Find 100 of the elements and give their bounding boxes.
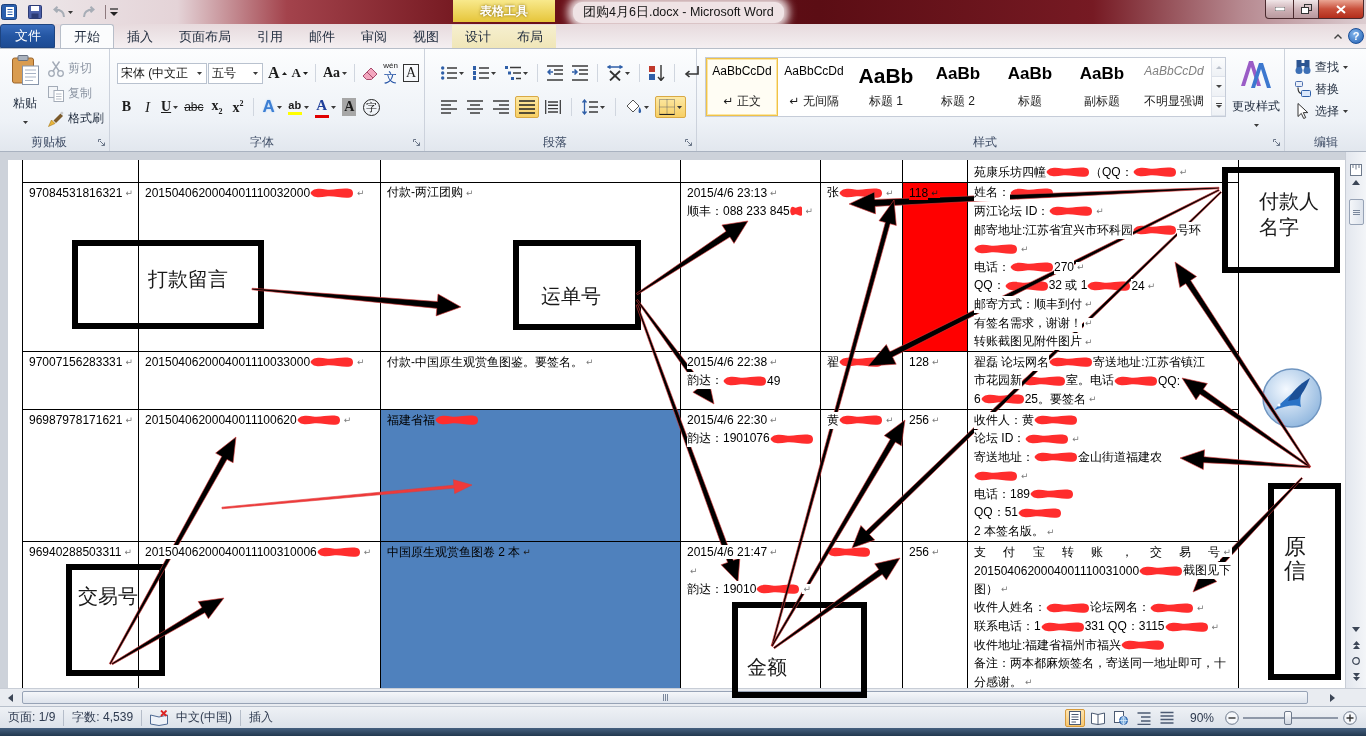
scribble-icon	[1040, 620, 1085, 633]
replace-button[interactable]: 替换	[1295, 78, 1366, 100]
ribbon-tab[interactable]: 页面布局	[166, 25, 244, 48]
dialog-launcher-icon	[98, 138, 105, 146]
callout: 打款留言	[72, 240, 264, 329]
bird-icon[interactable]	[1262, 368, 1322, 428]
ribbon-tab[interactable]: 设计	[452, 25, 504, 48]
justify-button[interactable]	[515, 96, 539, 118]
paragraph-mark: ↵	[342, 415, 353, 425]
highlight-button[interactable]: ab	[285, 96, 311, 118]
customize-icon	[110, 8, 118, 16]
character-border-button[interactable]: A	[401, 62, 422, 84]
dialog-launcher-icon	[685, 138, 692, 146]
document-app-icon	[1, 4, 17, 20]
slider-thumb[interactable]	[1283, 710, 1292, 725]
find-button[interactable]: 查找	[1295, 56, 1366, 78]
ribbon-tab[interactable]: 邮件	[296, 25, 348, 48]
scrollbar-thumb[interactable]	[1348, 199, 1364, 225]
style-item[interactable]: AaBbCcDd ↵ 正文	[706, 58, 778, 116]
app-menu-button[interactable]	[1, 3, 17, 21]
format-painter-button[interactable]: 格式刷	[48, 107, 104, 130]
select-button[interactable]: 选择	[1295, 100, 1366, 122]
scissors-icon	[48, 60, 64, 77]
style-item[interactable]: AaBb 标题	[994, 58, 1066, 116]
shrink-font-button[interactable]: A	[289, 62, 310, 84]
ribbon-tab[interactable]: 开始	[60, 24, 114, 48]
cell-text: 金山街道福建农	[1078, 448, 1162, 466]
cell-text: 97084531816321	[29, 185, 123, 200]
dialog-launcher-button[interactable]	[685, 138, 692, 146]
caret-icon	[197, 71, 202, 75]
restore-button[interactable]	[1293, 0, 1319, 19]
ribbon-tab[interactable]: 布局	[504, 25, 556, 48]
character-shading-button[interactable]: A	[339, 96, 359, 118]
ribbon-tab[interactable]: 审阅	[348, 25, 400, 48]
cross-double-arrow-icon	[607, 65, 623, 81]
dialog-launcher-button[interactable]	[1273, 138, 1280, 146]
scribble-icon	[827, 546, 871, 559]
ribbon-tab[interactable]: 视图	[400, 25, 452, 48]
callout: 运单号	[513, 240, 641, 330]
underline-button[interactable]: U	[159, 96, 181, 118]
dialog-launcher-button[interactable]	[98, 138, 105, 146]
language-indicator[interactable]: 中文(中国)	[176, 707, 241, 728]
zoom-out-button[interactable]	[1223, 710, 1240, 725]
caret-icon	[330, 105, 336, 109]
ribbon-tab[interactable]: 引用	[244, 25, 296, 48]
font-color-button[interactable]: A	[312, 96, 338, 118]
scrollbar-thumb[interactable]	[22, 691, 1308, 704]
dialog-launcher-button[interactable]	[413, 138, 420, 146]
paragraph-mark: ↵	[769, 415, 779, 425]
bold-button[interactable]: B	[117, 96, 136, 118]
paste-button[interactable]: 粘贴	[5, 55, 45, 133]
text-effects-button[interactable]: A	[260, 96, 284, 118]
cell-text: 号环	[1177, 221, 1202, 239]
restore-icon	[1300, 4, 1312, 14]
gallery-down-button[interactable]	[1212, 77, 1225, 97]
borders-button[interactable]	[655, 96, 686, 118]
save-button[interactable]	[28, 3, 42, 21]
phonetic-guide-button[interactable]: wén 文	[381, 62, 401, 84]
file-tab[interactable]: 文件	[0, 24, 55, 48]
page-indicator[interactable]: 页面: 1/9	[8, 707, 64, 728]
open-book-icon	[1090, 710, 1105, 725]
caret-icon	[303, 105, 309, 109]
zoom-in-button[interactable]	[1341, 710, 1358, 725]
clipboard-icon	[11, 55, 39, 85]
ribbon-tab[interactable]: 插入	[114, 25, 166, 48]
grow-font-button[interactable]: A	[266, 62, 289, 84]
scribble-icon	[310, 186, 355, 199]
style-item[interactable]: AaBb 标题 2	[922, 58, 994, 116]
scribble-icon	[296, 414, 341, 426]
ruler-toggle-button[interactable]	[1347, 163, 1365, 176]
subscript-button[interactable]: x$_{2}$	[207, 96, 227, 118]
insert-mode-indicator[interactable]: 插入	[249, 707, 282, 728]
change-case-button[interactable]: Aa	[320, 62, 350, 84]
scribble-icon	[1034, 451, 1078, 464]
scribble-icon	[1121, 639, 1166, 652]
italic-button[interactable]: I	[138, 96, 157, 118]
up-triangle-icon	[1215, 65, 1222, 69]
style-item[interactable]: AaBbCcDd ↵ 无间隔	[778, 58, 850, 116]
zoom-level[interactable]: 90%	[1189, 710, 1214, 725]
double-up-triangle-icon	[1352, 641, 1360, 649]
cell-text: 有签名需求，谢谢！	[974, 314, 1082, 332]
word-count[interactable]: 字数: 4,539	[72, 707, 142, 728]
style-item[interactable]: AaBb 副标题	[1066, 58, 1138, 116]
copy-icon	[48, 85, 64, 102]
minimize-button[interactable]	[1265, 0, 1294, 19]
print-layout-button[interactable]	[1064, 708, 1085, 727]
paragraph-mark: ↵	[356, 187, 366, 198]
style-item[interactable]: AaBb 标题 1	[850, 58, 922, 116]
superscript-button[interactable]: x$^{2}$	[228, 96, 248, 118]
font-name-field[interactable]: 宋体 (中文正	[117, 62, 207, 84]
cell-text: 2015/4/6 22:38	[687, 355, 768, 370]
connected-boxes-icon	[1295, 81, 1311, 97]
close-button[interactable]	[1318, 0, 1364, 19]
strikethrough-button[interactable]: abc	[182, 96, 206, 118]
font-size-field[interactable]: 五号	[208, 62, 263, 84]
style-item[interactable]: AaBbCcDd 不明显强调	[1138, 58, 1210, 116]
cell-text: 49	[767, 373, 781, 388]
change-styles-button[interactable]: 更改样式	[1229, 57, 1283, 133]
up-triangle-icon	[1352, 179, 1360, 185]
group-label: 样式	[972, 133, 998, 151]
